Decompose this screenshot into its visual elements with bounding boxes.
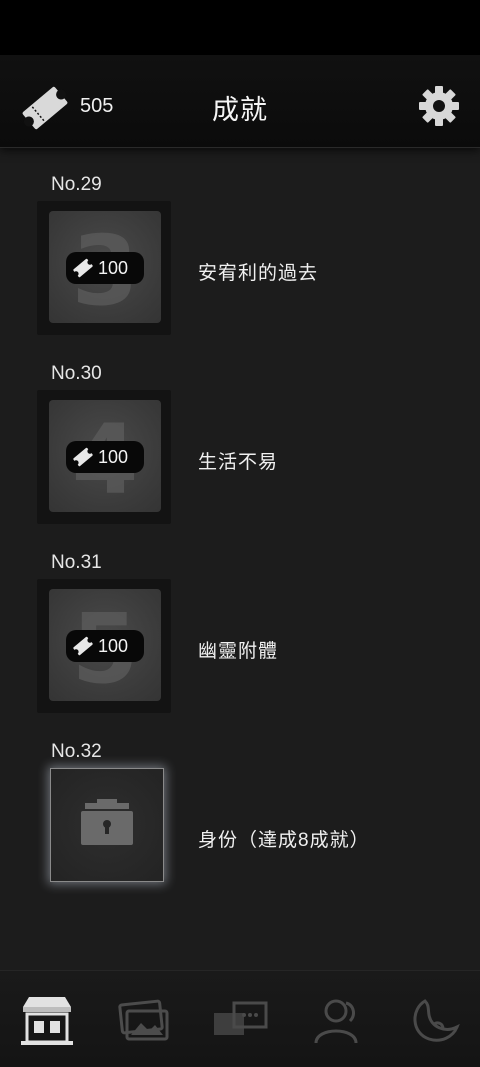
reward-value: 100 [98,635,129,656]
locked-chest-icon [81,799,133,845]
characters-icon [314,999,358,1044]
locked-thumbnail[interactable] [50,768,164,882]
achievement-number: No.31 [51,552,102,573]
achievement-name: 身份（達成8成就） [198,830,370,851]
moon-icon [413,999,460,1042]
settings-button[interactable] [414,81,464,131]
status-bar [0,0,480,55]
achievement-number: No.29 [51,174,102,195]
achievement-item-locked[interactable]: No.32 身份（達成8成就） [0,741,480,921]
tab-characters[interactable] [306,993,366,1049]
gear-icon [419,86,459,126]
ticket-icon [73,447,93,467]
achievement-item[interactable]: No.29 3 100 安宥利的過去 [0,174,480,354]
reward-value: 100 [98,446,129,467]
tab-shop[interactable] [17,993,77,1049]
tab-messages[interactable] [210,993,270,1049]
tab-night[interactable] [403,993,463,1049]
reward-badge: 100 [66,441,144,473]
shop-icon [21,997,73,1045]
thumbnail-image: 4 100 [49,400,161,512]
achievement-name: 安宥利的過去 [198,263,319,284]
reward-badge: 100 [66,252,144,284]
chat-cards-icon [214,1001,268,1035]
page-title: 成就 [212,95,268,125]
top-bar: 505 成就 [0,55,480,148]
achievement-name: 幽靈附體 [198,641,279,662]
thumbnail-image: 5 100 [49,589,161,701]
ticket-icon [73,636,93,656]
achievement-thumbnail[interactable]: 3 100 [37,201,171,335]
reward-value: 100 [98,257,129,278]
achievement-number: No.32 [51,741,102,762]
tab-gallery[interactable] [113,993,173,1049]
thumbnail-image: 3 100 [49,211,161,323]
achievement-thumbnail[interactable]: 5 100 [37,579,171,713]
reward-badge: 100 [66,630,144,662]
achievement-thumbnail[interactable]: 4 100 [37,390,171,524]
ticket-icon [73,258,93,278]
achievement-item[interactable]: No.30 4 100 生活不易 [0,363,480,543]
bottom-tab-bar [0,970,480,1067]
gallery-icon [118,999,169,1041]
achievement-number: No.30 [51,363,102,384]
achievement-name: 生活不易 [198,452,279,473]
achievement-item[interactable]: No.31 5 100 幽靈附體 [0,552,480,732]
achievement-list[interactable]: No.29 3 100 安宥利的過去 No.30 4 [0,148,480,968]
